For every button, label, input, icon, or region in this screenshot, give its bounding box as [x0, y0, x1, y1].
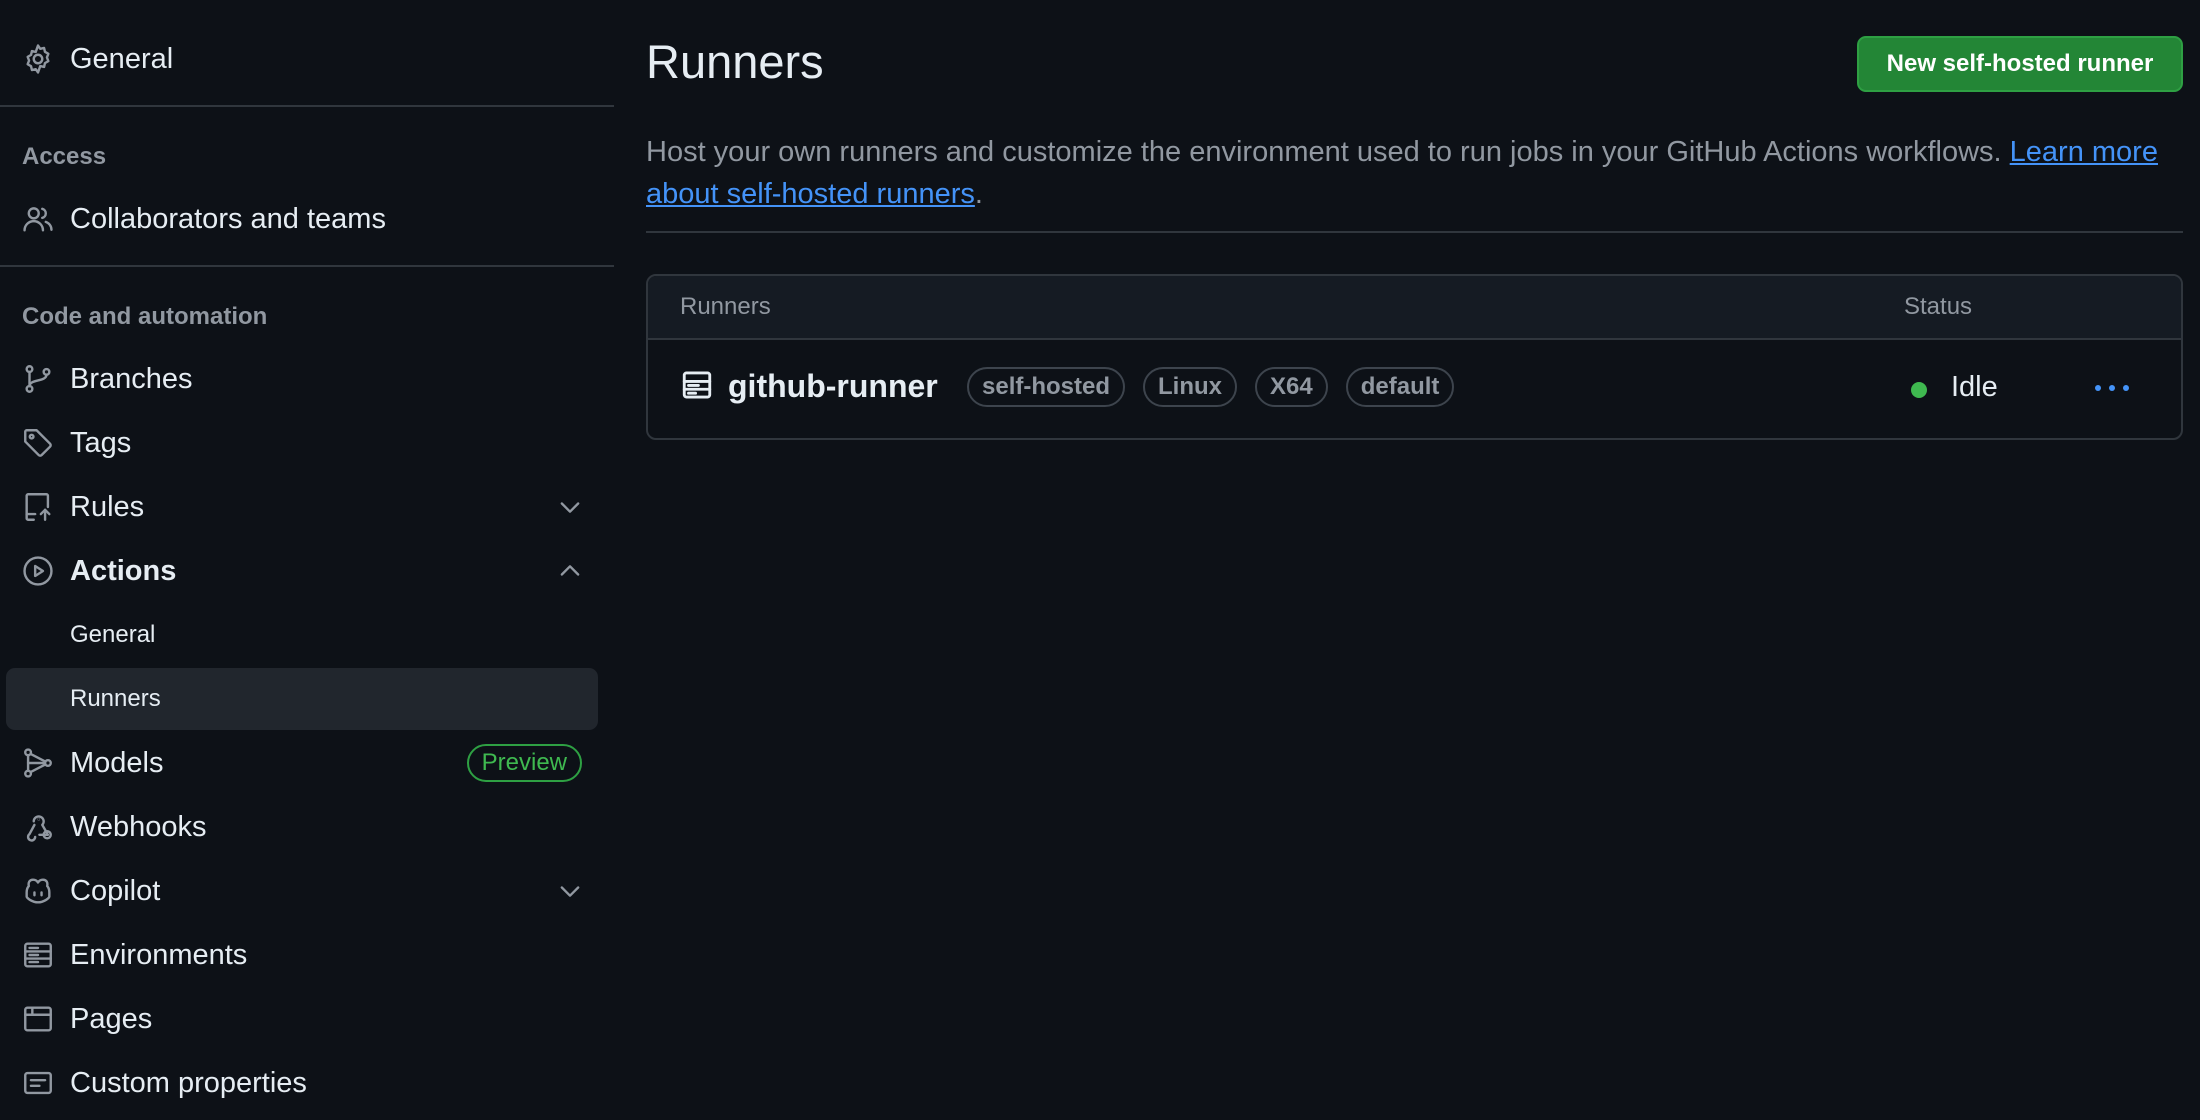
new-self-hosted-runner-button[interactable]: New self-hosted runner	[1857, 36, 2183, 92]
gear-icon	[21, 42, 55, 76]
sidebar-subitem-label: Runners	[70, 685, 161, 712]
sidebar-divider	[0, 265, 614, 267]
kebab-horizontal-icon	[2095, 385, 2129, 391]
runner-label: self-hosted	[967, 367, 1126, 407]
page-title: Runners	[646, 35, 824, 88]
sidebar-item-environments[interactable]: Environments	[6, 924, 598, 986]
repo-push-icon	[21, 490, 55, 524]
sidebar-item-label: Custom properties	[70, 1066, 307, 1099]
sidebar-subitem-runners[interactable]: Runners	[6, 668, 598, 730]
sidebar-item-label: Actions	[70, 554, 177, 587]
sidebar-item-label: Environments	[70, 938, 248, 971]
models-icon	[21, 746, 55, 780]
people-icon	[21, 202, 55, 236]
sidebar-divider	[0, 105, 614, 107]
sidebar-subitem-actions-general[interactable]: General	[6, 604, 598, 666]
sidebar-item-label: Webhooks	[70, 810, 207, 843]
column-header-status: Status	[1904, 293, 1973, 320]
sidebar-item-label: Copilot	[70, 874, 161, 907]
tag-icon	[21, 426, 55, 460]
sidebar-item-models[interactable]: Models Preview	[6, 732, 598, 794]
sidebar-item-collaborators[interactable]: Collaborators and teams	[6, 188, 598, 250]
settings-sidebar: General Access Collaborators and teams C…	[0, 0, 614, 1120]
copilot-icon	[21, 874, 55, 908]
play-icon	[21, 554, 55, 588]
more-options-button[interactable]	[2088, 368, 2136, 408]
header-divider	[646, 231, 2183, 233]
description-period: .	[974, 178, 983, 210]
sidebar-item-label: Branches	[70, 362, 193, 395]
sidebar-item-label: Pages	[70, 1002, 153, 1035]
note-icon	[21, 1066, 55, 1100]
sidebar-item-label: Models	[70, 746, 164, 779]
server-icon	[680, 368, 714, 402]
webhook-icon	[21, 810, 55, 844]
description-text: Host your own runners and customize the …	[646, 136, 2002, 168]
git-branch-icon	[21, 362, 55, 396]
sidebar-subitem-label: General	[70, 621, 156, 648]
runners-table: Runners Status github-runner self-hosted…	[646, 274, 2183, 440]
sidebar-item-custom-properties[interactable]: Custom properties	[6, 1052, 598, 1114]
chevron-down-icon[interactable]	[556, 493, 584, 521]
preview-badge: Preview	[466, 744, 582, 782]
sidebar-item-tags[interactable]: Tags	[6, 412, 598, 474]
sidebar-item-branches[interactable]: Branches	[6, 348, 598, 410]
server-icon	[21, 938, 55, 972]
runner-label: X64	[1255, 367, 1328, 407]
chevron-down-icon[interactable]	[556, 877, 584, 905]
browser-icon	[21, 1002, 55, 1036]
status-indicator-dot	[1911, 382, 1927, 398]
runner-status: Idle	[1951, 371, 1998, 403]
app-root: General Access Collaborators and teams C…	[0, 0, 2200, 1120]
section-heading-access: Access	[22, 143, 107, 170]
sidebar-item-webhooks[interactable]: Webhooks	[6, 796, 598, 858]
runner-name-link[interactable]: github-runner	[728, 368, 938, 405]
runner-label: Linux	[1143, 367, 1238, 407]
sidebar-item-rules[interactable]: Rules	[6, 476, 598, 538]
sidebar-item-copilot[interactable]: Copilot	[6, 860, 598, 922]
sidebar-item-label: Rules	[70, 490, 145, 523]
sidebar-item-label: General	[70, 42, 174, 75]
sidebar-item-general[interactable]: General	[6, 28, 598, 90]
sidebar-item-label: Tags	[70, 426, 132, 459]
column-header-runners: Runners	[680, 293, 771, 320]
runner-label: default	[1345, 367, 1455, 407]
sidebar-item-pages[interactable]: Pages	[6, 988, 598, 1050]
sidebar-item-actions[interactable]: Actions	[6, 540, 598, 602]
runner-labels: self-hosted Linux X64 default	[967, 367, 1455, 407]
chevron-up-icon[interactable]	[556, 557, 584, 585]
page-description: Host your own runners and customize the …	[646, 131, 2186, 215]
table-row: github-runner self-hosted Linux X64 defa…	[648, 340, 2181, 438]
sidebar-item-label: Collaborators and teams	[70, 202, 386, 235]
runners-table-header: Runners Status	[648, 276, 2181, 340]
section-heading-code-automation: Code and automation	[22, 303, 268, 330]
